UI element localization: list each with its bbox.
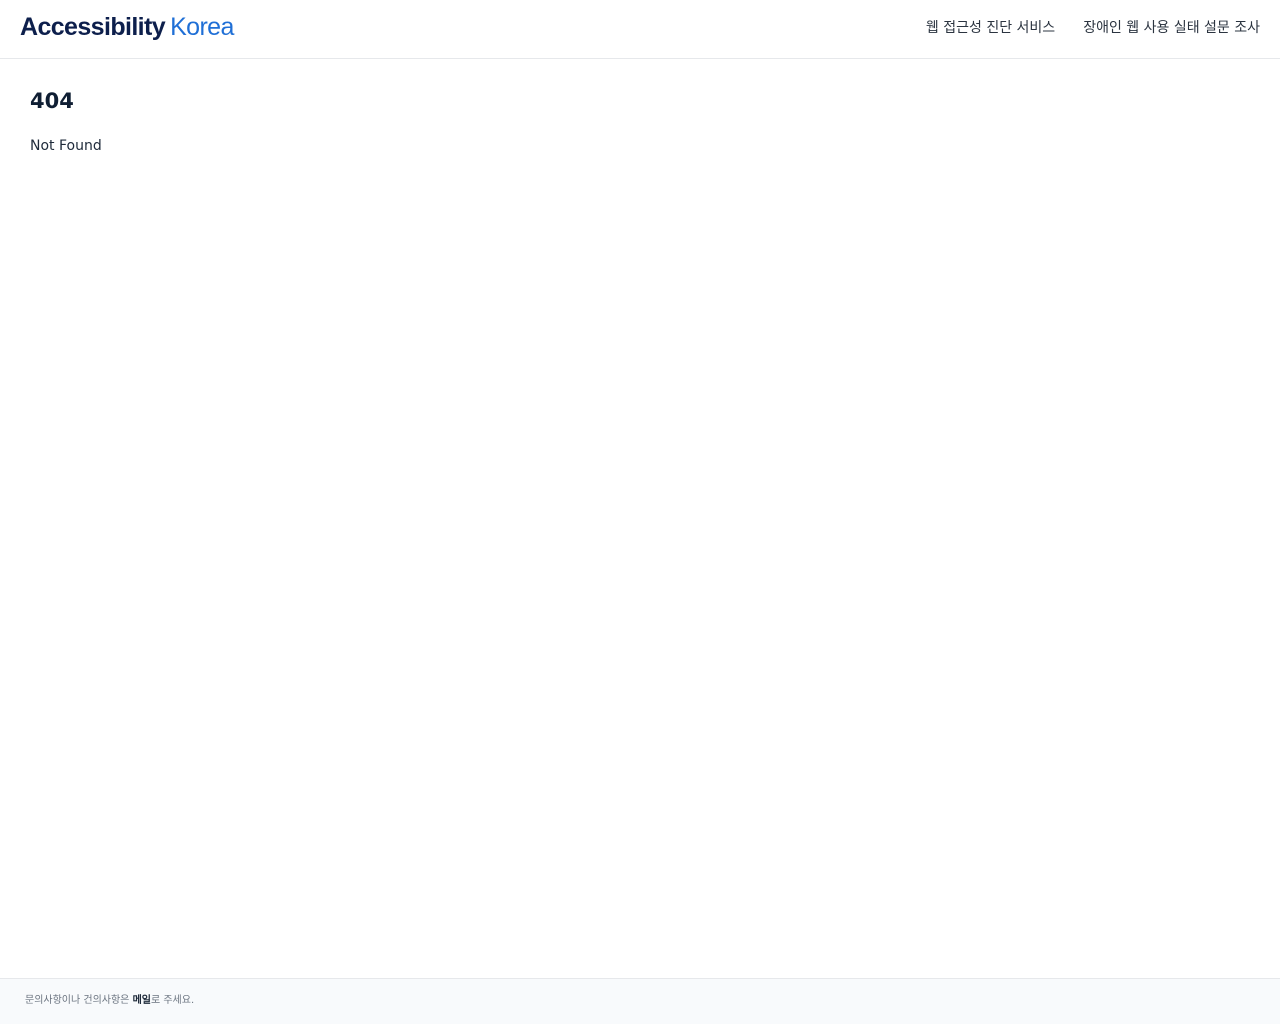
site-footer: 문의사항이나 건의사항은 메일로 주세요. bbox=[0, 978, 1280, 1024]
error-code: 404 bbox=[30, 89, 74, 113]
error-content: 404 Not Found bbox=[30, 86, 102, 156]
nav-link-web-accessibility-diagnosis[interactable]: 웹 접근성 진단 서비스 bbox=[926, 17, 1055, 39]
footer-email-link[interactable]: 메일 bbox=[133, 995, 151, 1006]
logo-accent-text: Korea bbox=[170, 13, 234, 41]
nav-link-disability-web-survey[interactable]: 장애인 웹 사용 실태 설문 조사 bbox=[1083, 17, 1260, 39]
footer-text-before: 문의사항이나 건의사항은 bbox=[25, 995, 133, 1006]
site-logo[interactable]: Accessibility Korea bbox=[20, 12, 234, 42]
footer-text-after: 로 주세요. bbox=[150, 995, 195, 1006]
footer-contact-text: 문의사항이나 건의사항은 메일로 주세요. bbox=[25, 993, 194, 1009]
error-message: Not Found bbox=[30, 138, 102, 154]
site-header: Accessibility Korea 웹 접근성 진단 서비스 장애인 웹 사용… bbox=[0, 0, 1280, 59]
logo-main-text: Accessibility bbox=[20, 13, 166, 41]
main-nav: 웹 접근성 진단 서비스 장애인 웹 사용 실태 설문 조사 bbox=[926, 17, 1260, 39]
